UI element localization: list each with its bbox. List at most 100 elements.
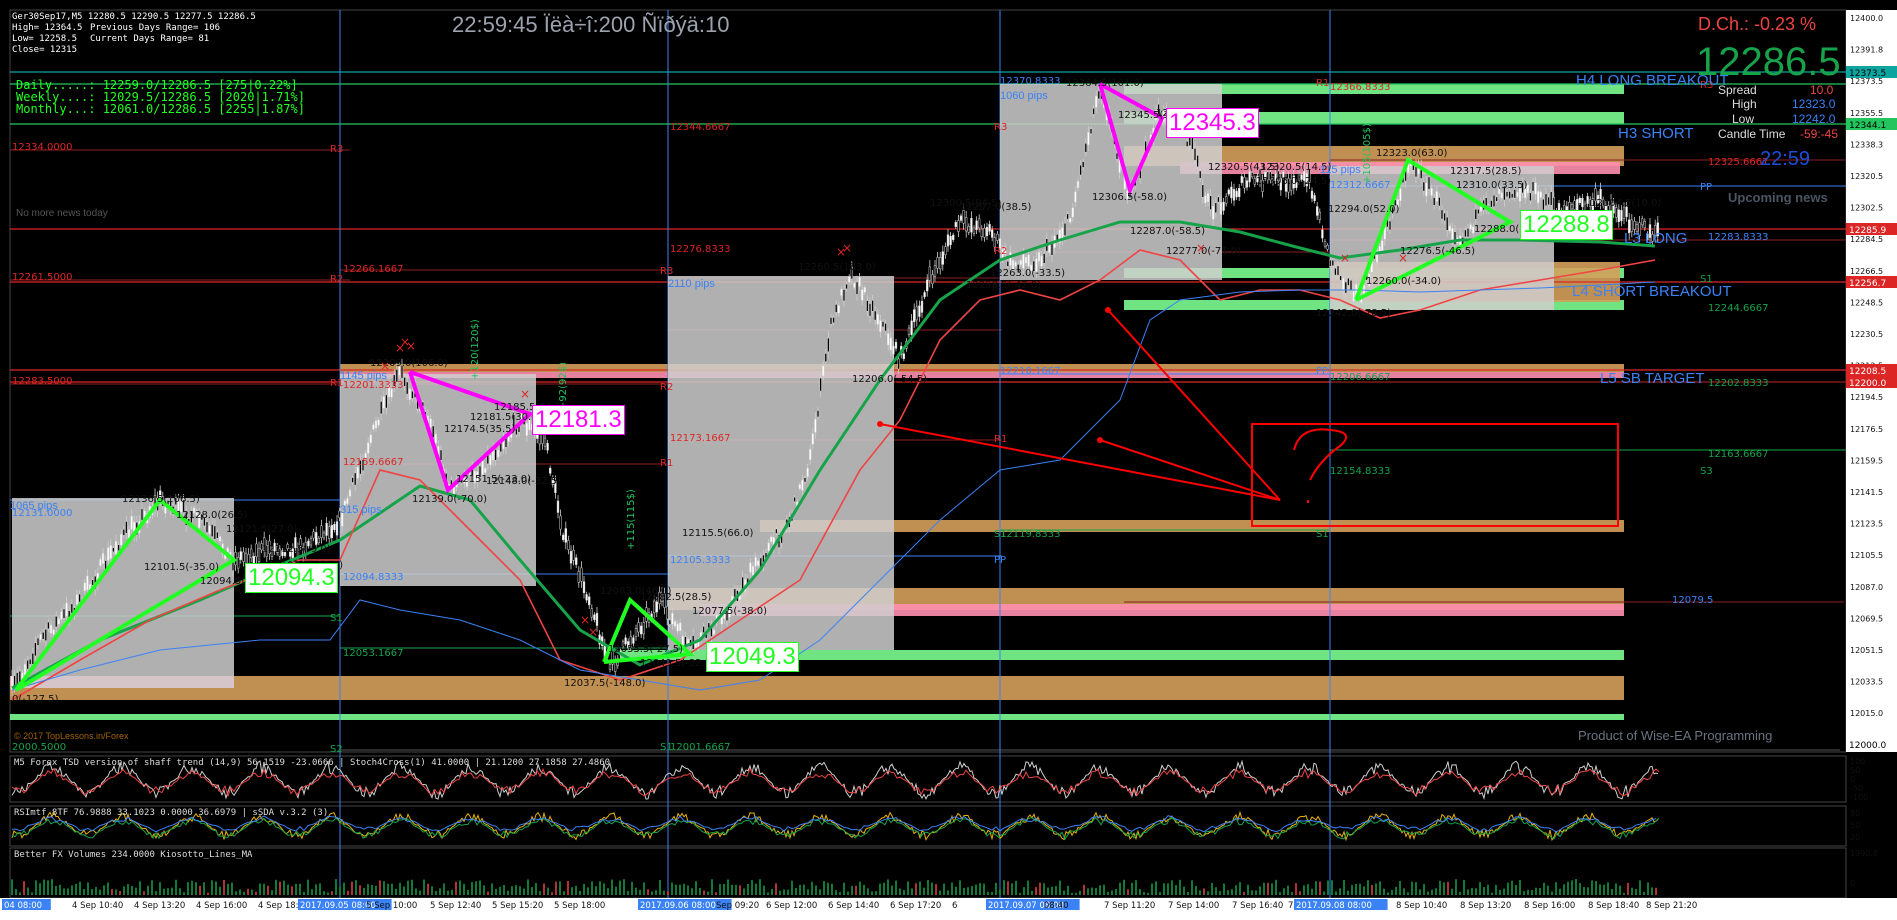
candle-body [965, 217, 968, 232]
candle-body [673, 621, 677, 627]
candle-body [991, 229, 994, 238]
candle-body [582, 581, 586, 594]
candle-body [1235, 190, 1238, 198]
level-value-label: 12261.5000 [12, 272, 72, 283]
candle-body [86, 575, 89, 591]
candle-body [1474, 208, 1477, 220]
pips-gain-label: +105(105$) [1362, 123, 1373, 184]
candle-body [1433, 197, 1436, 206]
pivot-letter: R1 [1316, 78, 1329, 89]
candle-body [65, 602, 68, 617]
time-axis-tick: 2017.09.06 08:00 [640, 901, 716, 911]
candle-body [60, 611, 63, 620]
price-axis-tick: 12069.5 [1850, 614, 1883, 623]
pattern-label-4: 12345.3 [1166, 108, 1259, 138]
metatrader-chart-window[interactable]: 12334.0000 12261.5000 12283.5000 12131.0000… [0, 0, 1897, 920]
candle-body [1388, 220, 1392, 231]
candle-body [1240, 176, 1243, 183]
candle-body [1552, 197, 1555, 211]
candle-body [749, 562, 752, 573]
product-label: Product of Wise-EA Programming [1578, 728, 1773, 743]
candle-body [1323, 241, 1327, 247]
sell-marker: × [520, 387, 530, 401]
swing-point-label: 12242.0(-78.5) [1316, 308, 1391, 319]
candle-body [439, 449, 443, 461]
candle-body [1453, 231, 1457, 245]
candle-body [1615, 207, 1618, 218]
candle-body [205, 521, 209, 533]
candle-body [1069, 218, 1072, 223]
candle-body [897, 358, 900, 370]
candle-body [972, 227, 976, 234]
level-value-label: 12105.3333 [670, 555, 730, 566]
candle-body [122, 529, 125, 536]
candle-body [367, 442, 370, 454]
time-axis-tick: 5 Sep 15:20 [492, 901, 543, 911]
level-value-label: 12266.1667 [343, 264, 403, 275]
tsd-scale-tick: 50 [1850, 766, 1860, 775]
pivot-letter: R2 [330, 274, 343, 285]
candle-body [242, 551, 245, 562]
price-axis-tick: 12141.5 [1850, 488, 1883, 497]
swing-point-label: 12115.5(66.0) [682, 528, 754, 539]
candle-time-value: -59:-45 [1800, 127, 1839, 141]
candle-body [887, 333, 890, 346]
candle-body [809, 449, 812, 461]
candle-body [312, 531, 315, 539]
candle-body [837, 305, 840, 314]
swing-point-label: 12121.5(27.0) [226, 524, 298, 535]
candle-body [374, 420, 378, 429]
candle-body [489, 455, 492, 466]
monthly-summary: Monthly...: 12061.0/12286.5 [2255|1.87%] [16, 102, 305, 116]
candle-body [803, 477, 807, 483]
candle-body [140, 508, 144, 521]
candle-body [889, 337, 892, 351]
candle-body [1079, 164, 1082, 176]
candle-body [806, 467, 809, 477]
sell-marker: × [395, 341, 405, 355]
candle-body [564, 528, 567, 543]
volume-indicator-title: Better FX Volumes 234.0000 Kiosotto_Line… [14, 850, 253, 860]
swing-point-label: 12082.5(28.5) [640, 592, 712, 603]
candle-body [1225, 196, 1228, 204]
candle-body [1537, 191, 1540, 204]
time-axis-tick: 5 Sep 10:00 [366, 901, 417, 911]
price-axis-tick: 12123.5 [1850, 520, 1883, 529]
candle-body [967, 226, 970, 233]
candle-body [562, 534, 565, 540]
pivot-letter: R3 [660, 266, 673, 277]
candle-body [1199, 170, 1202, 179]
swing-point-label: 12181.5(30.0) [470, 412, 542, 423]
tsd-indicator-title: M5 Forex TSD version of shaff trend (14,… [14, 758, 611, 768]
candle-body [861, 289, 864, 301]
level-value-label: 12202.8333 [1708, 378, 1768, 389]
candle-body [49, 624, 53, 634]
candle-body [1037, 251, 1041, 262]
price-axis-tick: 12302.5 [1850, 204, 1883, 213]
candle-body [218, 536, 222, 542]
candle-body [23, 663, 27, 676]
candle-body [1347, 277, 1350, 286]
candle-body [44, 629, 47, 641]
header-low: Low= 12258.5 [12, 34, 78, 44]
candle-body [559, 515, 562, 530]
price-zone [340, 364, 1624, 372]
candle-body [497, 449, 500, 458]
swing-point-label: 12128.0(26.5) [176, 510, 248, 521]
candle-body [1243, 176, 1246, 189]
candle-body [1063, 222, 1067, 236]
pips-label: 115 pips [1320, 164, 1361, 176]
candle-body [588, 596, 591, 606]
candle-body [926, 279, 929, 292]
pivot-letter: PP [1700, 182, 1712, 193]
candle-body [333, 523, 336, 531]
header-close: Close= 12315 [12, 45, 78, 55]
volume-scale-tick: 1990.8 [1850, 849, 1878, 858]
candle-body [109, 545, 112, 559]
chart-canvas[interactable]: 12334.000012261.500012283.500012131.0000… [0, 0, 1897, 920]
candle-body [679, 622, 682, 632]
candle-body [1425, 182, 1428, 197]
price-axis-tick: 12248.5 [1850, 298, 1883, 307]
candle-body [120, 534, 123, 546]
pivot-letter: S1 [1316, 529, 1329, 540]
